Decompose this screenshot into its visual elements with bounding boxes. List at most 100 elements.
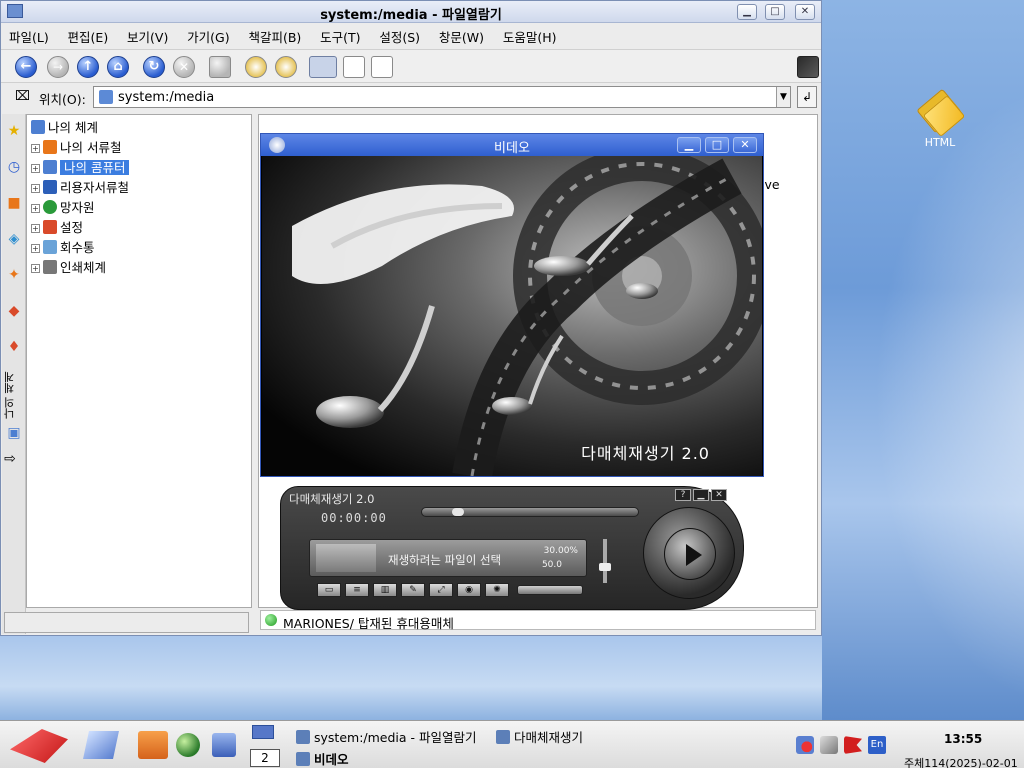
- expand-icon[interactable]: +: [31, 244, 40, 253]
- desktop-pager[interactable]: 2: [250, 749, 280, 767]
- menu-go[interactable]: 가기(G): [187, 27, 229, 46]
- splash-artwork: [292, 156, 762, 476]
- desktop-pager-preview[interactable]: [252, 725, 274, 739]
- maximize-button[interactable]: □: [765, 4, 785, 20]
- location-dropdown-icon[interactable]: ▼: [776, 87, 790, 107]
- location-input[interactable]: system:/media ▼: [93, 86, 791, 108]
- root-tab-icon[interactable]: ◆: [4, 300, 24, 322]
- menu-tools[interactable]: 도구(T): [320, 27, 360, 46]
- services-tab-icon[interactable]: ✦: [4, 264, 24, 286]
- playlist-icon[interactable]: ≡: [345, 583, 369, 597]
- menu-help[interactable]: 도움말(H): [503, 27, 557, 46]
- play-button[interactable]: [664, 528, 716, 580]
- player-close-button[interactable]: ✕: [711, 489, 727, 501]
- media-launcher-icon[interactable]: [212, 733, 236, 757]
- home-icon[interactable]: ⌂: [107, 56, 129, 78]
- tree-item-root[interactable]: 나의 체계: [31, 117, 98, 135]
- up-icon[interactable]: ↑: [77, 56, 99, 78]
- volume-muted-icon[interactable]: [796, 736, 814, 754]
- trash-icon: [43, 240, 57, 254]
- tree-item-network[interactable]: + 망자원: [31, 197, 95, 215]
- clock-time[interactable]: 13:55: [944, 732, 982, 746]
- tree-item-printing[interactable]: + 인쇄체계: [31, 257, 106, 275]
- window-titlebar[interactable]: system:/media - 파일열람기 ▁ □ ✕: [1, 1, 821, 23]
- clear-location-icon[interactable]: ⌧: [15, 89, 30, 104]
- browser-launcher-icon[interactable]: [176, 733, 200, 757]
- menu-file[interactable]: 파일(L): [9, 27, 49, 46]
- clock-date: 주체114(2025)-02-01: [904, 757, 1018, 768]
- sidebar-tab-label[interactable]: 나의 체계: [2, 370, 24, 420]
- folder-icon: [916, 88, 966, 138]
- tree-item-settings[interactable]: + 설정: [31, 217, 83, 235]
- print-icon[interactable]: [209, 56, 231, 78]
- home-tab-icon[interactable]: ■: [4, 192, 24, 214]
- video-screen[interactable]: 다매체재생기 2.0: [262, 156, 762, 476]
- expand-icon[interactable]: +: [31, 264, 40, 273]
- special-tab-icon[interactable]: ♦: [4, 336, 24, 358]
- task-video[interactable]: 비데오: [296, 749, 349, 768]
- task-media-player[interactable]: 다매체재생기: [496, 727, 583, 746]
- video-close-button[interactable]: ✕: [733, 137, 757, 153]
- menu-settings[interactable]: 설정(S): [379, 27, 420, 46]
- fullscreen-icon[interactable]: ⤢: [429, 583, 453, 597]
- detail-view-icon[interactable]: [343, 56, 365, 78]
- expand-icon[interactable]: +: [31, 144, 40, 153]
- video-minimize-button[interactable]: ▁: [677, 137, 701, 153]
- task-file-manager[interactable]: system:/media - 파일열람기: [296, 727, 477, 746]
- taskbar: 2 system:/media - 파일열람기 다매체재생기 비데오 En 13…: [0, 720, 1024, 768]
- menu-window[interactable]: 창문(W): [439, 27, 484, 46]
- forward-icon[interactable]: →: [47, 56, 69, 78]
- bookmarks-tab-icon[interactable]: ★: [4, 120, 24, 142]
- minimize-button[interactable]: ▁: [737, 4, 757, 20]
- settings-icon[interactable]: ✎: [401, 583, 425, 597]
- reload-icon[interactable]: ↻: [143, 56, 165, 78]
- back-icon[interactable]: ←: [15, 56, 37, 78]
- volume-slider[interactable]: [599, 539, 611, 583]
- expand-icon[interactable]: +: [31, 164, 40, 173]
- menu-bookmarks[interactable]: 책갈피(B): [248, 27, 301, 46]
- close-button[interactable]: ✕: [795, 4, 815, 20]
- tree-item-trash[interactable]: + 회수통: [31, 237, 95, 255]
- folder-icon: [43, 140, 57, 154]
- expand-icon[interactable]: +: [31, 204, 40, 213]
- effects-icon[interactable]: ✺: [485, 583, 509, 597]
- play-dial[interactable]: [643, 507, 735, 599]
- sidebar-config-icon[interactable]: ⇨: [0, 448, 20, 470]
- menu-view[interactable]: 보기(V): [127, 27, 168, 46]
- stop-icon[interactable]: ✕: [173, 56, 195, 78]
- desktop-icon-html[interactable]: HTML: [908, 88, 972, 149]
- open-file-icon[interactable]: ▭: [317, 583, 341, 597]
- expand-icon[interactable]: +: [31, 184, 40, 193]
- files-launcher-icon[interactable]: [138, 731, 168, 759]
- system-tab-icon[interactable]: ▣: [4, 422, 24, 444]
- tree-item-documents[interactable]: + 나의 서류철: [31, 137, 121, 155]
- tree-item-user-folders[interactable]: + 리용자서류철: [31, 177, 129, 195]
- equalizer-icon[interactable]: ▥: [373, 583, 397, 597]
- tree-item-computer[interactable]: + 나의 콤퓨터: [31, 157, 130, 175]
- splash-caption: 다매체재생기 2.0: [581, 444, 710, 463]
- snapshot-icon[interactable]: ◉: [457, 583, 481, 597]
- network-icon[interactable]: [820, 736, 838, 754]
- zoom-in-icon[interactable]: [245, 56, 267, 78]
- balance-slider[interactable]: [517, 585, 583, 595]
- go-icon[interactable]: ↲: [797, 86, 817, 108]
- player-help-button[interactable]: ?: [675, 489, 691, 501]
- expand-icon[interactable]: +: [31, 224, 40, 233]
- icon-view-icon[interactable]: [309, 56, 337, 78]
- video-titlebar[interactable]: 비데오 ▁ □ ✕: [261, 134, 763, 156]
- network-tab-icon[interactable]: ◈: [4, 228, 24, 250]
- volume-handle[interactable]: [599, 563, 611, 571]
- start-menu-icon[interactable]: [10, 729, 68, 763]
- seek-handle[interactable]: [452, 508, 464, 516]
- player-minimize-button[interactable]: ▁: [693, 489, 709, 501]
- video-maximize-button[interactable]: □: [705, 137, 729, 153]
- editor-launcher-icon[interactable]: [83, 731, 119, 759]
- zoom-out-icon[interactable]: [275, 56, 297, 78]
- history-tab-icon[interactable]: ◷: [4, 156, 24, 178]
- seek-bar[interactable]: [421, 507, 639, 517]
- image-view-icon[interactable]: [371, 56, 393, 78]
- language-indicator[interactable]: En: [868, 736, 886, 754]
- media-player: 다매체재생기 2.0 ? ▁ ✕ 00:00:00 재생하려는 파일이 선택 3…: [280, 486, 744, 610]
- flag-icon[interactable]: [844, 736, 862, 754]
- menu-edit[interactable]: 편집(E): [68, 27, 109, 46]
